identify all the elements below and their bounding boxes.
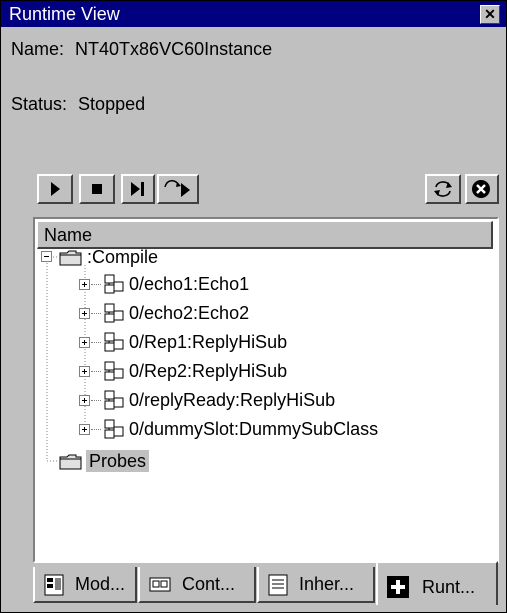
- step-icon: [131, 182, 144, 196]
- run-button[interactable]: [37, 174, 73, 204]
- stop-button[interactable]: [79, 174, 115, 204]
- tree-connector: [91, 284, 101, 285]
- expand-toggle[interactable]: [79, 424, 90, 435]
- instance-name: NT40Tx86VC60Instance: [75, 39, 273, 59]
- name-label: Name:: [11, 39, 65, 59]
- object-instance-icon: [104, 274, 124, 294]
- runtime-tree[interactable]: Name :Compile 0/echo1:Echo1 0/echo2:Echo2…: [33, 217, 499, 563]
- play-icon: [51, 182, 60, 196]
- tree-node-label: 0/Rep2:ReplyHiSub: [129, 361, 288, 381]
- tree-node-child[interactable]: 0/echo1:Echo1: [35, 273, 485, 297]
- cancel-button[interactable]: [465, 174, 499, 204]
- tree-node-label: 0/echo2:Echo2: [129, 303, 250, 323]
- tree-node-label: 0/Rep1:ReplyHiSub: [129, 332, 288, 352]
- expand-toggle[interactable]: [79, 337, 90, 348]
- tree-node-child[interactable]: 0/dummySlot:DummySubClass: [35, 418, 485, 442]
- container-icon: [149, 577, 171, 592]
- step-over-button[interactable]: [157, 174, 199, 204]
- status-value: Stopped: [78, 94, 146, 114]
- tree-connector: [91, 371, 101, 372]
- expand-toggle[interactable]: [79, 279, 90, 290]
- tab-containment[interactable]: Cont...: [138, 567, 256, 603]
- tree-node-child[interactable]: 0/echo2:Echo2: [35, 302, 485, 326]
- tree-node-probes[interactable]: Probes: [86, 450, 150, 472]
- object-instance-icon: [104, 419, 124, 439]
- cancel-icon: [472, 180, 490, 198]
- object-instance-icon: [104, 390, 124, 410]
- tree-node-label: 0/echo1:Echo1: [129, 274, 250, 294]
- tree-connector: [91, 313, 101, 314]
- expand-toggle[interactable]: [79, 308, 90, 319]
- name-row: Name: NT40Tx86VC60Instance: [11, 39, 272, 60]
- tree-node-child[interactable]: 0/Rep1:ReplyHiSub: [35, 331, 485, 355]
- root-folder-icon: [59, 250, 82, 266]
- stop-icon: [92, 184, 102, 194]
- status-row: Status: Stopped: [11, 94, 145, 115]
- inheritance-icon: [268, 574, 288, 596]
- expand-toggle[interactable]: [79, 395, 90, 406]
- tab-runtime[interactable]: Runt...: [376, 561, 498, 605]
- close-button[interactable]: ✕: [480, 5, 500, 24]
- tab-module[interactable]: Mod...: [33, 567, 137, 603]
- step-over-icon: [164, 180, 190, 197]
- refresh-icon: [434, 181, 452, 197]
- tree-connector: [91, 342, 101, 343]
- tree-node-label: 0/replyReady:ReplyHiSub: [129, 390, 336, 410]
- step-button[interactable]: [121, 174, 155, 204]
- module-icon: [44, 574, 64, 596]
- tree-connector: [91, 429, 101, 430]
- tree-connector: [91, 400, 101, 401]
- object-instance-icon: [104, 361, 124, 381]
- tree-node-root[interactable]: :Compile: [87, 246, 158, 268]
- window-title: Runtime View: [9, 4, 120, 24]
- root-collapse-toggle[interactable]: [41, 251, 52, 262]
- probes-folder-icon: [59, 454, 82, 470]
- runtime-view-window: Runtime View ✕ Name: NT40Tx86VC60Instanc…: [0, 0, 507, 613]
- object-instance-icon: [104, 332, 124, 352]
- tree-node-child[interactable]: 0/Rep2:ReplyHiSub: [35, 360, 485, 384]
- status-label: Status:: [11, 94, 68, 114]
- tree-node-child[interactable]: 0/replyReady:ReplyHiSub: [35, 389, 485, 413]
- runtime-icon: [387, 576, 409, 598]
- object-instance-icon: [104, 303, 124, 323]
- tree-node-label: 0/dummySlot:DummySubClass: [129, 419, 379, 439]
- tab-inheritance[interactable]: Inher...: [257, 567, 375, 603]
- refresh-button[interactable]: [425, 174, 461, 204]
- title-bar: Runtime View ✕: [1, 1, 506, 27]
- expand-toggle[interactable]: [79, 366, 90, 377]
